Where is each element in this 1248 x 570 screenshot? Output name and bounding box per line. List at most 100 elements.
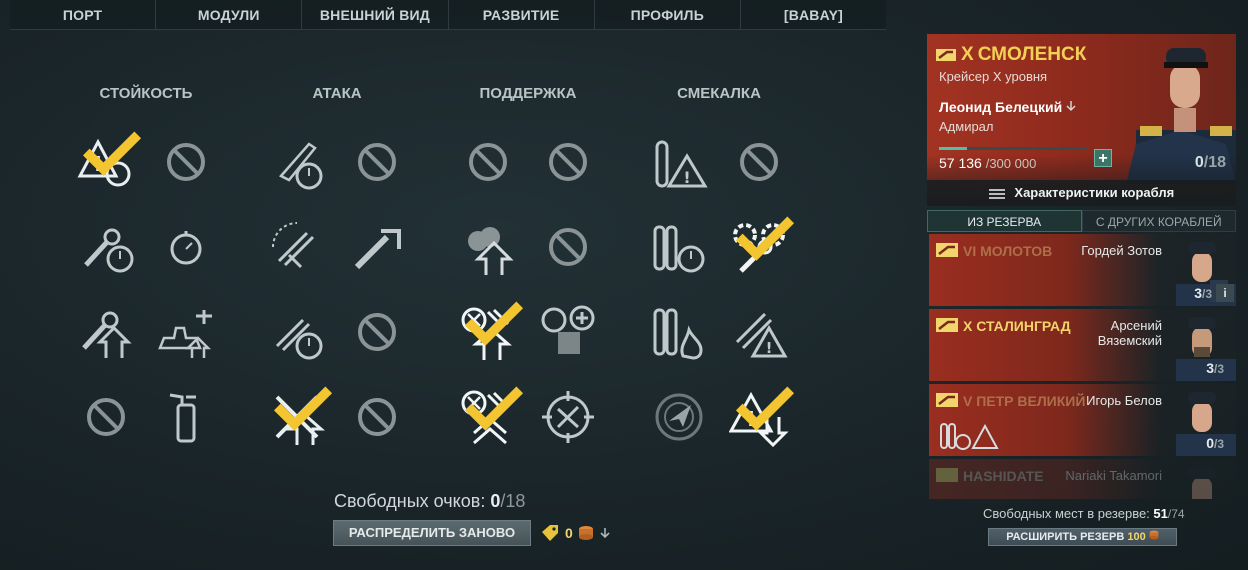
category-endurance: СТОЙКОСТЬ bbox=[99, 85, 193, 102]
cost-value: 0 bbox=[565, 525, 573, 541]
skill-reload-timer[interactable] bbox=[265, 300, 329, 364]
reserve-points: 3/3 bbox=[1194, 285, 1212, 301]
skill-extinguisher[interactable] bbox=[154, 385, 218, 449]
reserve-item[interactable]: VI МОЛОТОВ Гордей Зотов 3/3 i bbox=[929, 234, 1236, 306]
add-xp-button[interactable]: + bbox=[1094, 149, 1112, 167]
ship-name: СМОЛЕНСК bbox=[977, 44, 1087, 65]
radar-icon bbox=[655, 393, 703, 441]
learned-check-icon bbox=[273, 377, 333, 437]
reserve-item[interactable]: HASHIDATE Nariaki Takamori bbox=[929, 459, 1236, 499]
skill-shell-timer[interactable] bbox=[647, 215, 711, 279]
reserve-points: 3/3 bbox=[1206, 360, 1224, 376]
reserve-ship-name: HASHIDATE bbox=[963, 468, 1044, 484]
skill-ship-upgrade[interactable] bbox=[154, 300, 218, 364]
skill-locked-8[interactable] bbox=[536, 215, 600, 279]
tab-profile[interactable]: ПРОФИЛЬ bbox=[595, 0, 741, 29]
tab-clan[interactable]: [BABAY] bbox=[741, 0, 886, 29]
learned-check-icon bbox=[735, 377, 795, 437]
skill-aa-upgrade[interactable] bbox=[456, 300, 520, 364]
skill-shell-warning[interactable]: ! bbox=[647, 130, 711, 194]
category-versatility: СМЕКАЛКА bbox=[677, 85, 761, 102]
reserve-item[interactable]: X СТАЛИНГРАД Арсений Вяземский 3/3 bbox=[929, 309, 1236, 381]
reserve-ship: X СТАЛИНГРАД bbox=[963, 318, 1071, 334]
tab-modules[interactable]: МОДУЛИ bbox=[156, 0, 303, 29]
skill-timer[interactable] bbox=[154, 215, 218, 279]
skill-secondary-guns[interactable] bbox=[265, 215, 329, 279]
skill-gears-wrench[interactable] bbox=[727, 215, 791, 279]
xp-text: 57 136 /300 000 bbox=[939, 155, 1036, 171]
skill-guns-warning[interactable]: ! bbox=[727, 300, 791, 364]
ship-plane-icon bbox=[158, 310, 212, 358]
ship-tier: X bbox=[961, 44, 974, 65]
blocked-icon bbox=[358, 143, 396, 181]
cruiser-class-icon bbox=[936, 393, 958, 407]
cruiser-class-icon bbox=[936, 318, 958, 332]
tab-appearance[interactable]: ВНЕШНИЙ ВИД bbox=[302, 0, 449, 29]
demote-arrow-icon[interactable] bbox=[1066, 100, 1076, 112]
reserve-free-total: /74 bbox=[1167, 507, 1185, 521]
skill-locked-5[interactable] bbox=[345, 385, 409, 449]
skill-aa-target[interactable] bbox=[536, 385, 600, 449]
skill-he-shell[interactable] bbox=[345, 215, 409, 279]
tab-from-other-ships[interactable]: С ДРУГИХ КОРАБЛЕЙ bbox=[1081, 210, 1236, 232]
skill-locked-3[interactable] bbox=[345, 130, 409, 194]
skill-smoke-upgrade[interactable] bbox=[456, 215, 520, 279]
xp-bar bbox=[939, 147, 1087, 150]
svg-text:!: ! bbox=[683, 168, 690, 187]
reserve-ship: HASHIDATE bbox=[963, 468, 1044, 484]
skill-radar[interactable] bbox=[647, 385, 711, 449]
tab-development[interactable]: РАЗВИТИЕ bbox=[449, 0, 595, 29]
blocked-icon bbox=[469, 143, 507, 181]
reserve-points-value: 3 bbox=[1206, 360, 1214, 376]
skill-locked[interactable] bbox=[154, 130, 218, 194]
expand-reserve-cost: 100 bbox=[1127, 531, 1146, 543]
skill-locked-4[interactable] bbox=[345, 300, 409, 364]
learned-check-icon bbox=[735, 207, 795, 267]
skill-aa-double-upgrade[interactable] bbox=[456, 385, 520, 449]
redistribute-button[interactable]: РАСПРЕДЕЛИТЬ ЗАНОВО bbox=[333, 520, 531, 546]
free-points: Свободных очков: 0/18 bbox=[334, 491, 525, 512]
reserve-commander: Гордей Зотов bbox=[1081, 243, 1162, 258]
ship-subtitle: Крейсер X уровня bbox=[939, 69, 1048, 84]
arrow-down-icon[interactable] bbox=[599, 527, 611, 539]
shell-warning-icon: ! bbox=[655, 140, 708, 188]
tab-port[interactable]: ПОРТ bbox=[10, 0, 157, 29]
reserve-commander: Nariaki Takamori bbox=[1065, 468, 1162, 483]
skill-torpedo-timer[interactable] bbox=[265, 130, 329, 194]
wrench-arrow-icon bbox=[82, 311, 132, 358]
commander-points: 0/18 bbox=[1195, 154, 1226, 172]
skill-locked-9[interactable] bbox=[727, 130, 791, 194]
info-icon[interactable]: i bbox=[1216, 284, 1234, 302]
reserve-points-total: /3 bbox=[1201, 287, 1212, 301]
learned-check-icon bbox=[464, 377, 524, 437]
skill-repair-timer[interactable] bbox=[74, 215, 138, 279]
ship-characteristics-button[interactable]: Характеристики корабля bbox=[927, 180, 1236, 206]
skill-incoming-fire-alert[interactable]: ! bbox=[74, 130, 138, 194]
commander-points-total: /18 bbox=[1203, 154, 1226, 171]
reserve-skills-icons bbox=[940, 423, 999, 450]
blocked-icon bbox=[358, 313, 396, 351]
skill-locked-2[interactable] bbox=[74, 385, 138, 449]
tab-from-reserve[interactable]: ИЗ РЕЗЕРВА bbox=[927, 210, 1082, 232]
skill-locked-6[interactable] bbox=[456, 130, 520, 194]
skill-shell-fire[interactable] bbox=[647, 300, 711, 364]
reserve-tabs: ИЗ РЕЗЕРВА С ДРУГИХ КОРАБЛЕЙ bbox=[927, 210, 1236, 232]
expand-reserve-button[interactable]: РАСШИРИТЬ РЕЗЕРВ 100 bbox=[988, 528, 1177, 546]
aa-target-icon bbox=[542, 391, 594, 443]
free-points-total: /18 bbox=[500, 491, 526, 511]
guns-timer-icon bbox=[275, 318, 323, 360]
blocked-icon bbox=[549, 228, 587, 266]
skill-repair-upgrade[interactable] bbox=[74, 300, 138, 364]
ship-title: X СМОЛЕНСК bbox=[935, 44, 1086, 66]
skill-locked-7[interactable] bbox=[536, 130, 600, 194]
skill-crossed-torpedoes[interactable] bbox=[265, 385, 329, 449]
cruiser-class-icon bbox=[936, 49, 956, 61]
top-nav: ПОРТ МОДУЛИ ВНЕШНИЙ ВИД РАЗВИТИЕ ПРОФИЛЬ… bbox=[10, 0, 886, 30]
commander-name-text: Леонид Белецкий bbox=[939, 99, 1063, 115]
skill-aa-heal[interactable] bbox=[536, 300, 600, 364]
shells-fire-icon bbox=[653, 308, 703, 360]
reserve-item[interactable]: V ПЕТР ВЕЛИКИЙ Игорь Белов 0/3 bbox=[929, 384, 1236, 456]
reserve-commander-portrait bbox=[1188, 467, 1216, 499]
skill-warning-arrow[interactable]: ! bbox=[727, 385, 791, 449]
reserve-commander: Арсений Вяземский bbox=[1097, 318, 1162, 348]
